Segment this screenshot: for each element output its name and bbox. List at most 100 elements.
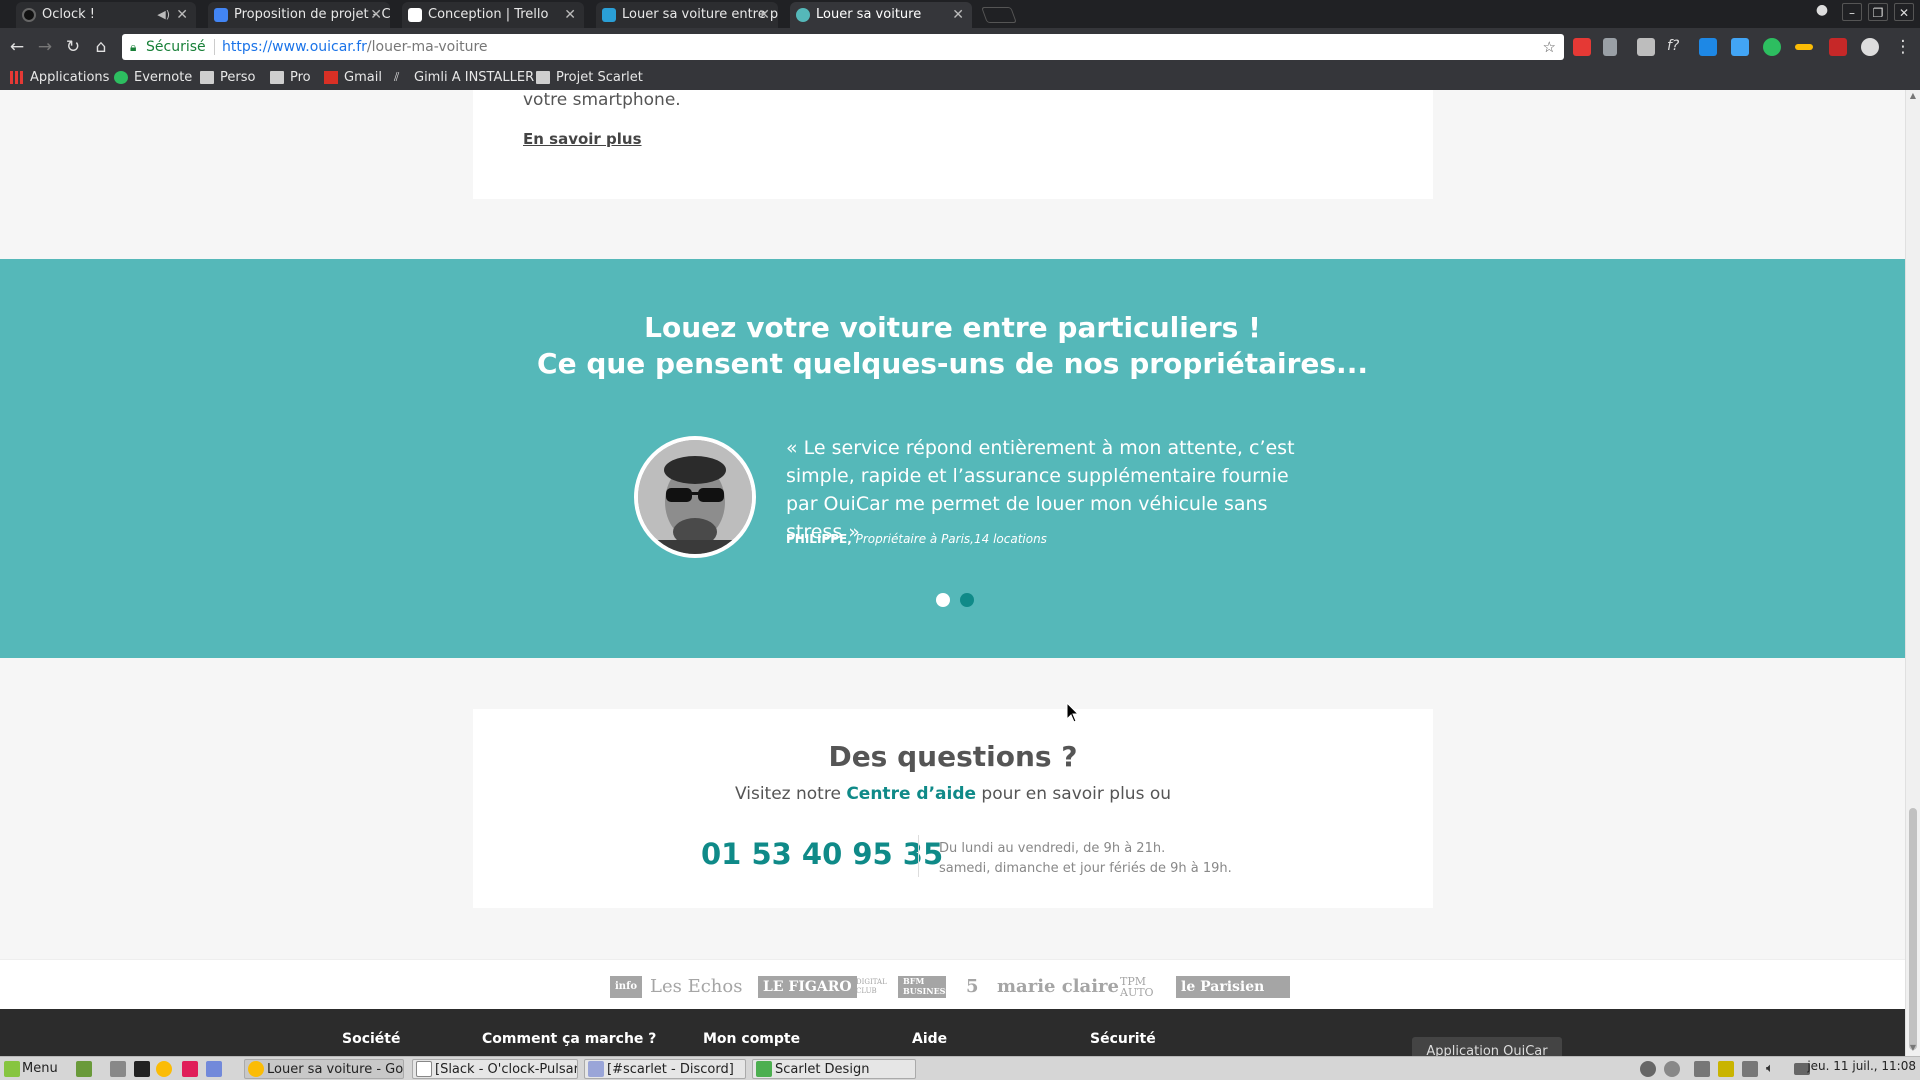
bookmark-gmail[interactable]: Gmail [324,66,382,90]
show-desktop-icon[interactable] [76,1061,92,1077]
tray-discord-icon[interactable] [1640,1061,1656,1077]
extension-blue-square-icon[interactable] [1699,38,1717,56]
footer-col-mon-compte[interactable]: Mon compte [703,1031,800,1047]
browser-tab-strip: Oclock ! ◀) ✕ Proposition de projet - C … [0,0,1920,28]
bookmark-perso[interactable]: Perso [200,66,255,90]
tab-oclock[interactable]: Oclock ! ◀) ✕ [16,2,196,28]
address-bar[interactable]: 🔒︎ Sécurisé https://www.ouicar.fr/louer-… [122,34,1564,60]
audio-playing-icon[interactable]: ◀) [157,2,170,28]
bookmark-star-icon[interactable]: ☆ [1543,34,1556,60]
phone-divider [918,835,919,877]
folder-icon [536,71,550,84]
phone-number[interactable]: 01 53 40 95 35 [701,837,943,871]
footer-col-comment-ca-marche[interactable]: Comment ça marche ? [482,1031,656,1047]
secure-label: Sécurisé [146,39,206,55]
help-text-before: Visitez notre [734,784,847,804]
avatar-portrait-icon [638,440,752,554]
extension-react-icon[interactable] [1861,38,1879,56]
gimli-icon: ⫽ [394,70,400,84]
close-tab-icon[interactable]: ✕ [758,2,770,28]
bookmark-label: Evernote [134,70,193,85]
close-tab-icon[interactable]: ✕ [370,2,382,28]
bookmarks-bar: Applications Evernote Perso Pro Gmail ⫽ … [0,66,1920,90]
start-menu-button[interactable]: Menu [4,1059,58,1079]
footer-col-aide[interactable]: Aide [912,1031,947,1047]
press-logo-tpm-auto: TPM AUTO [1120,975,1154,999]
extension-notes-icon[interactable] [1731,38,1749,56]
bookmark-projet-scarlet[interactable]: Projet Scarlet [536,66,643,90]
extension-ublock-icon[interactable] [1829,38,1847,56]
taskbar-window-slack[interactable]: [Slack - O'clock-Pulsar] [412,1059,578,1079]
close-tab-icon[interactable]: ✕ [564,2,576,28]
tab-title: Louer sa voiture entre p [622,7,778,22]
tab-trello[interactable]: Conception | Trello ✕ [402,2,584,28]
taskbar-window-title: [#scarlet - Discord] [607,1062,734,1077]
carousel-dot-2[interactable] [960,593,974,607]
home-icon[interactable]: ⌂ [90,36,112,58]
tab-title: Conception | Trello [428,7,549,22]
bookmark-gimli[interactable]: ⫽ Gimli A INSTALLER [394,66,534,90]
chrome-launcher-icon[interactable] [156,1061,172,1077]
restore-window-button[interactable]: ❐ [1868,3,1888,21]
tray-tool-icon[interactable] [1694,1061,1710,1077]
taskbar-window-discord[interactable]: [#scarlet - Discord] [584,1059,746,1079]
close-tab-icon[interactable]: ✕ [952,2,964,28]
new-tab-button[interactable] [981,7,1017,23]
taskbar-window-title: Louer sa voiture - Go... [267,1062,404,1077]
drivy-favicon-icon [602,8,616,22]
tab-proposition[interactable]: Proposition de projet - C ✕ [208,2,390,28]
extension-camera-icon[interactable] [1637,38,1655,56]
extension-pen-icon[interactable] [1603,38,1617,56]
reload-icon[interactable]: ↻ [62,36,84,58]
extension-formula-icon[interactable]: f? [1667,38,1685,56]
press-logo-les-echos: Les Echos [650,976,743,997]
taskbar-clock[interactable]: jeu. 11 juil., 11:08 [1807,1059,1916,1073]
files-launcher-icon[interactable] [110,1061,126,1077]
footer-col-societe[interactable]: Société [342,1031,400,1047]
learn-more-link[interactable]: En savoir plus [523,130,642,148]
press-logo-marie-claire: marie claire [997,976,1119,997]
close-tab-icon[interactable]: ✕ [176,2,188,28]
terminal-launcher-icon[interactable] [134,1061,150,1077]
tray-pen-icon[interactable] [1742,1061,1758,1077]
tray-settings-icon[interactable] [1664,1061,1680,1077]
window-icon [416,1061,432,1077]
hours-weekend: samedi, dimanche et jour fériés de 9h à … [939,861,1232,876]
close-window-button[interactable]: ✕ [1894,3,1914,21]
back-arrow-icon[interactable]: ← [6,36,28,58]
slack-launcher-icon[interactable] [182,1061,198,1077]
app-ouicar-button[interactable]: Application OuiCar [1412,1037,1562,1056]
footer-col-securite[interactable]: Sécurité [1090,1031,1156,1047]
feature-card: votre smartphone. En savoir plus [473,90,1433,199]
tray-battery-icon[interactable] [1718,1061,1734,1077]
testimonials-section: Louez votre voiture entre particuliers !… [0,259,1905,658]
lock-icon: 🔒︎ [130,40,137,54]
extension-youtube-icon[interactable] [1573,38,1591,56]
page-scrollbar[interactable]: ▲ ▼ [1905,90,1920,1056]
bookmark-evernote[interactable]: Evernote [114,66,192,90]
browser-menu-icon[interactable]: ⋮ [1892,36,1914,58]
extension-rainbow-icon[interactable] [1795,44,1813,50]
discord-launcher-icon[interactable] [206,1061,222,1077]
scrollbar-thumb[interactable] [1909,808,1917,1050]
help-center-link[interactable]: Centre d’aide [846,784,976,804]
tab-louer-sa-voiture[interactable]: Louer sa voiture ✕ [790,2,972,28]
forward-arrow-icon[interactable]: → [34,36,56,58]
extension-evernote-icon[interactable] [1763,38,1781,56]
volume-icon[interactable]: 🔈︎ [1766,1061,1782,1077]
minimize-window-button[interactable]: – [1842,3,1862,21]
scroll-down-arrow-icon[interactable]: ▼ [1909,1044,1917,1052]
tab-louer-entre[interactable]: Louer sa voiture entre p ✕ [596,2,778,28]
profile-icon[interactable]: ● [1812,2,1832,22]
bookmark-applications[interactable]: Applications [10,66,109,90]
taskbar-window-scarlet-design[interactable]: Scarlet Design [752,1059,916,1079]
bookmark-pro[interactable]: Pro [270,66,311,90]
scroll-up-arrow-icon[interactable]: ▲ [1909,92,1917,100]
taskbar-window-chrome[interactable]: Louer sa voiture - Go... [244,1059,404,1079]
help-text-after: pour en savoir plus ou [976,784,1172,804]
start-menu-label: Menu [22,1061,58,1076]
carousel-dot-1[interactable] [936,593,950,607]
bookmark-label: Applications [30,70,110,85]
os-taskbar: Menu Louer sa voiture - Go... [Slack - O… [0,1056,1920,1080]
apps-grid-icon [10,71,24,84]
